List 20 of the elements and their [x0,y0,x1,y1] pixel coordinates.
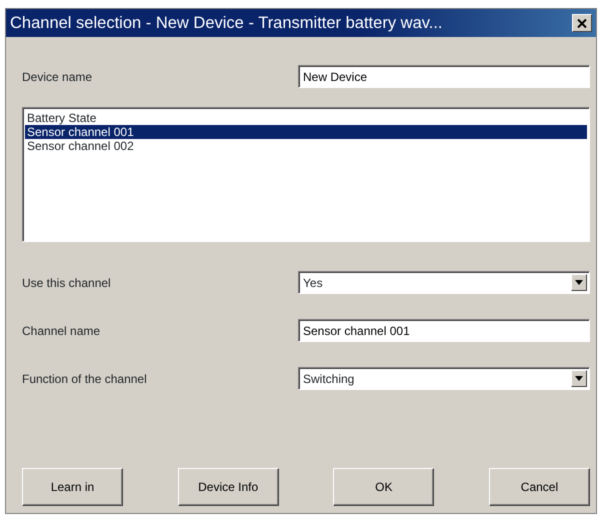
dropdown[interactable]: Switching [298,367,590,390]
field-label: Channel name [22,322,102,340]
window-title: Channel selection - New Device - Transmitter battery wav... [10,12,444,34]
dropdown-arrow-icon [575,376,583,381]
list-item[interactable]: Sensor channel 001 [25,125,587,139]
dropdown[interactable]: Yes [298,271,590,294]
close-button[interactable] [572,14,592,32]
field-label: Function of the channel [22,370,148,388]
dropdown-arrow-icon [575,280,583,285]
close-icon [577,18,587,28]
list-item[interactable]: Sensor channel 002 [25,139,587,153]
dialog-button[interactable]: Device Info [178,468,279,506]
dialog-button[interactable]: OK [333,468,434,506]
text-field[interactable]: Sensor channel 001 [298,319,590,342]
dialog-button[interactable]: Learn in [22,468,123,506]
text-field[interactable]: New Device [298,65,590,88]
field-label: Use this channel [22,274,112,292]
dialog-button[interactable]: Cancel [488,468,590,506]
field-label: Device name [22,68,94,86]
list-item[interactable]: Battery State [25,111,587,125]
